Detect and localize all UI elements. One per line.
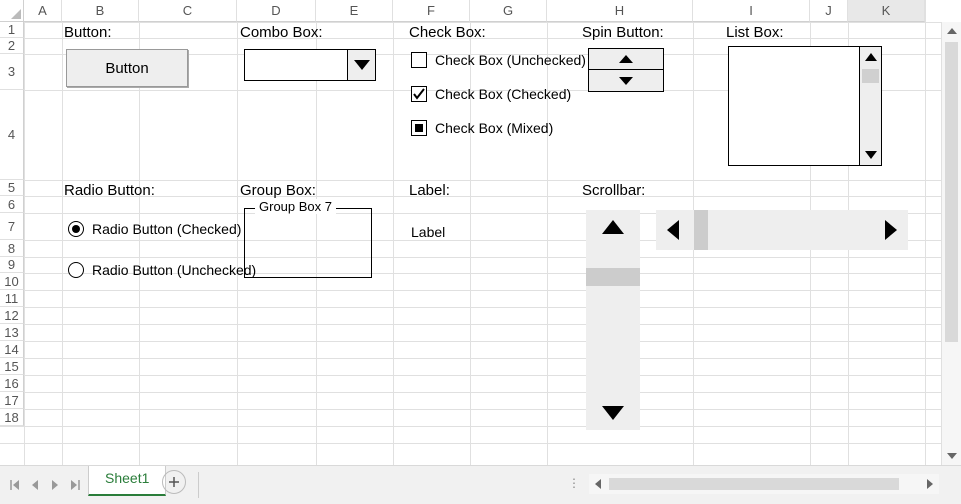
listbox-scroll-down[interactable]: [860, 145, 881, 165]
tab-nav-prev[interactable]: [26, 466, 44, 504]
checkbox-unchecked-row[interactable]: Check Box (Unchecked): [411, 52, 586, 68]
column-header-B[interactable]: B: [62, 0, 139, 22]
form-scrollbar-vertical[interactable]: [586, 210, 640, 430]
spin-up[interactable]: [589, 49, 663, 70]
column-header-H[interactable]: H: [547, 0, 693, 22]
form-scrollbar-h-right[interactable]: [874, 210, 908, 250]
window-scroll-down[interactable]: [942, 447, 961, 465]
radio-checked-label: Radio Button (Checked): [92, 221, 241, 237]
column-header-F[interactable]: F: [393, 0, 470, 22]
column-header-K[interactable]: K: [848, 0, 925, 22]
row-header-15[interactable]: 15: [0, 358, 24, 375]
spin-button[interactable]: [588, 48, 664, 92]
row-header-3[interactable]: 3: [0, 54, 24, 90]
header-spin: Spin Button:: [582, 24, 664, 41]
form-scrollbar-v-thumb[interactable]: [586, 268, 640, 286]
header-radio: Radio Button:: [64, 182, 155, 199]
form-scrollbar-h-thumb[interactable]: [694, 210, 708, 250]
group-box[interactable]: Group Box 7: [244, 208, 372, 278]
row-header-4[interactable]: 4: [0, 90, 24, 180]
radio-checked-row[interactable]: Radio Button (Checked): [68, 221, 241, 237]
sheet-tab-label: Sheet1: [105, 470, 149, 486]
tab-nav-next[interactable]: [46, 466, 64, 504]
tabbar-drag-handle[interactable]: ⋮: [568, 476, 581, 490]
form-scrollbar-h-left[interactable]: [656, 210, 690, 250]
row-header-18[interactable]: 18: [0, 409, 24, 426]
checkbox-mixed-label: Check Box (Mixed): [435, 120, 553, 136]
row-header-16[interactable]: 16: [0, 375, 24, 392]
radio-unchecked-row[interactable]: Radio Button (Unchecked): [68, 262, 256, 278]
listbox-scroll-thumb[interactable]: [862, 69, 879, 83]
row-header-2[interactable]: 2: [0, 38, 24, 54]
form-scrollbar-v-up[interactable]: [586, 210, 640, 244]
header-combo: Combo Box:: [240, 24, 323, 41]
row-header-14[interactable]: 14: [0, 341, 24, 358]
row-header-1[interactable]: 1: [0, 22, 24, 38]
row-header-7[interactable]: 7: [0, 213, 24, 240]
checkbox-checked-row[interactable]: Check Box (Checked): [411, 86, 571, 102]
window-horizontal-scrollbar[interactable]: [589, 474, 939, 494]
window-hscroll-right[interactable]: [921, 474, 939, 494]
radio-checked-circle[interactable]: [68, 221, 84, 237]
button-control[interactable]: Button: [66, 49, 188, 87]
label-control: Label: [411, 224, 445, 240]
listbox-scroll-up[interactable]: [860, 47, 881, 67]
row-header-9[interactable]: 9: [0, 257, 24, 273]
column-header-J[interactable]: J: [810, 0, 848, 22]
combo-box-arrow[interactable]: [347, 50, 375, 80]
header-check: Check Box:: [409, 24, 486, 41]
row-header-6[interactable]: 6: [0, 196, 24, 213]
list-box[interactable]: [728, 46, 882, 166]
group-box-legend: Group Box 7: [255, 199, 336, 214]
column-header-D[interactable]: D: [237, 0, 316, 22]
row-header-11[interactable]: 11: [0, 290, 24, 307]
combo-box[interactable]: [244, 49, 376, 81]
header-button: Button:: [64, 24, 112, 41]
header-label: Label:: [409, 182, 450, 199]
header-group: Group Box:: [240, 182, 316, 199]
worksheet-grid[interactable]: ABCDEFGHIJK 123456789101112131415161718 …: [0, 0, 941, 465]
row-header-5[interactable]: 5: [0, 180, 24, 196]
column-header-A[interactable]: A: [24, 0, 62, 22]
row-header-10[interactable]: 10: [0, 273, 24, 290]
tab-nav-last[interactable]: [66, 466, 84, 504]
radio-unchecked-circle[interactable]: [68, 262, 84, 278]
column-header-I[interactable]: I: [693, 0, 810, 22]
checkbox-unchecked-label: Check Box (Unchecked): [435, 52, 586, 68]
window-hscroll-left[interactable]: [589, 474, 607, 494]
sheet-tab-bar: Sheet1 ⋮: [0, 465, 961, 504]
button-control-label: Button: [105, 60, 148, 77]
checkbox-checked-box[interactable]: [411, 86, 427, 102]
form-scrollbar-v-down[interactable]: [586, 396, 640, 430]
window-vertical-scrollbar[interactable]: [941, 22, 961, 465]
form-scrollbar-horizontal[interactable]: [656, 210, 908, 250]
listbox-scrollbar[interactable]: [859, 47, 881, 165]
select-all-corner[interactable]: [0, 0, 24, 22]
checkbox-checked-label: Check Box (Checked): [435, 86, 571, 102]
column-header-E[interactable]: E: [316, 0, 393, 22]
column-header-G[interactable]: G: [470, 0, 547, 22]
column-header-C[interactable]: C: [139, 0, 237, 22]
sheet-tab-active[interactable]: Sheet1: [88, 466, 166, 496]
spin-down[interactable]: [589, 70, 663, 91]
checkbox-mixed-box[interactable]: [411, 120, 427, 136]
window-scroll-up[interactable]: [942, 22, 961, 40]
row-header-17[interactable]: 17: [0, 392, 24, 409]
row-header-13[interactable]: 13: [0, 324, 24, 341]
window-scroll-thumb[interactable]: [945, 42, 958, 342]
row-header-8[interactable]: 8: [0, 240, 24, 257]
add-sheet-button[interactable]: [162, 470, 186, 494]
window-hscroll-thumb[interactable]: [609, 478, 899, 490]
tab-nav-first[interactable]: [6, 466, 24, 504]
header-scroll: Scrollbar:: [582, 182, 645, 199]
checkbox-unchecked-box[interactable]: [411, 52, 427, 68]
checkbox-mixed-row[interactable]: Check Box (Mixed): [411, 120, 553, 136]
radio-unchecked-label: Radio Button (Unchecked): [92, 262, 256, 278]
header-list: List Box:: [726, 24, 784, 41]
row-header-12[interactable]: 12: [0, 307, 24, 324]
